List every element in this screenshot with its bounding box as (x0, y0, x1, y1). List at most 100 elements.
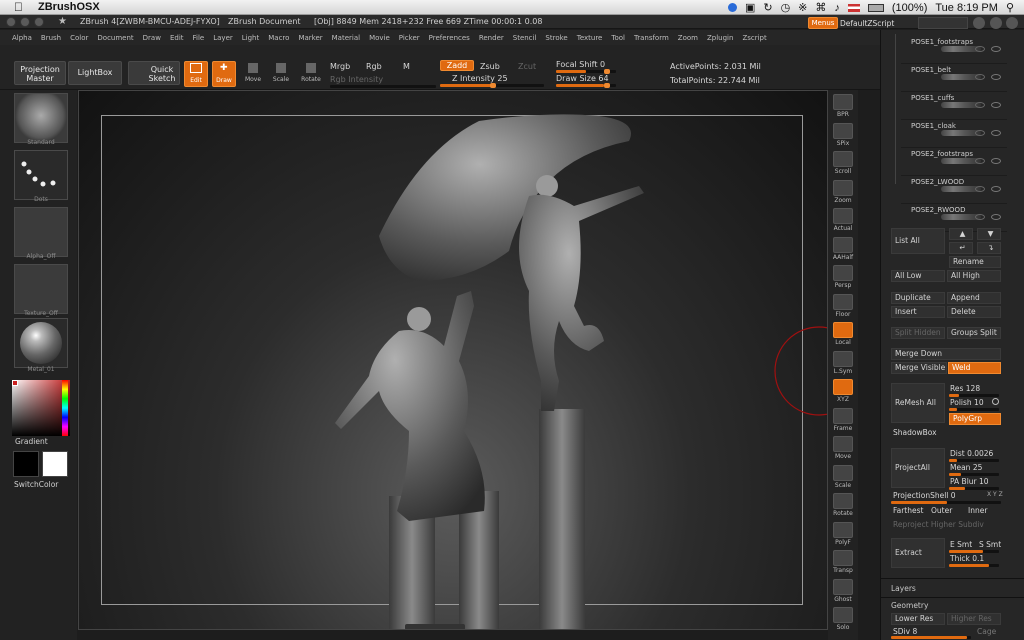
subtool-visibility-icon[interactable] (991, 158, 1001, 164)
zadd-button[interactable]: Zadd (440, 60, 474, 71)
zsub-button[interactable]: Zsub (480, 62, 500, 71)
m-button[interactable]: M (403, 62, 410, 71)
arrow-right-button[interactable]: ↴ (977, 242, 1001, 254)
res-slider[interactable]: Res 128 (950, 384, 980, 393)
settings-icon[interactable] (1006, 17, 1018, 29)
menu-zscript[interactable]: Zscript (742, 34, 766, 42)
subtool-scrollbar[interactable] (895, 34, 896, 184)
shelf-actual-button[interactable]: Actual (831, 208, 855, 236)
arrow-down-button[interactable]: ▼ (977, 228, 1001, 240)
outer-button[interactable]: Outer (931, 506, 952, 515)
shelf-solo-button[interactable]: Solo (831, 607, 855, 635)
shelf-xyz-button[interactable]: XYZ (831, 379, 855, 407)
sync-icon[interactable]: ↻ (763, 1, 772, 14)
color-picker-marker[interactable] (12, 380, 18, 386)
project-all-button[interactable]: ProjectAll (891, 448, 945, 488)
menu-material[interactable]: Material (332, 34, 360, 42)
duplicate-button[interactable]: Duplicate (891, 292, 945, 304)
dist-track[interactable] (949, 459, 999, 462)
focal-shift-track[interactable] (556, 69, 616, 74)
subtool-solo-icon[interactable] (975, 186, 985, 192)
primary-color-swatch[interactable] (13, 451, 39, 477)
volume-icon[interactable]: ♪ (834, 2, 840, 14)
menu-layer[interactable]: Layer (213, 34, 233, 42)
texture-thumbnail[interactable] (14, 264, 68, 314)
close-window-button[interactable] (6, 17, 16, 27)
polish-circle-icon[interactable] (992, 398, 999, 405)
polygrp-toggle[interactable]: PolyGrp (949, 413, 1001, 425)
reproject-higher-subdiv-button[interactable]: Reproject Higher Subdiv (893, 520, 984, 529)
shelf-persp-button[interactable]: Persp (831, 265, 855, 293)
document-canvas[interactable] (78, 90, 828, 630)
menu-macro[interactable]: Macro (268, 34, 289, 42)
projection-master-button[interactable]: Projection Master (14, 61, 66, 85)
rgb-intensity-slider[interactable]: Rgb Intensity (330, 75, 383, 84)
hue-strip[interactable] (62, 380, 68, 436)
pa-blur-slider[interactable]: PA Blur 10 (950, 477, 989, 486)
mean-slider[interactable]: Mean 25 (950, 463, 982, 472)
inner-button[interactable]: Inner (968, 506, 987, 515)
flag-icon[interactable] (847, 3, 860, 12)
shelf-aahalf-button[interactable]: AAHalf (831, 236, 855, 265)
subtool-item[interactable]: POSE1_footstraps (901, 38, 1007, 64)
menu-alpha[interactable]: Alpha (12, 34, 32, 42)
all-high-button[interactable]: All High (947, 270, 1001, 282)
rgb-button[interactable]: Rgb (366, 62, 382, 71)
menu-zoom[interactable]: Zoom (678, 34, 698, 42)
append-button[interactable]: Append (947, 292, 1001, 304)
z-intensity-track[interactable] (440, 83, 544, 88)
menu-brush[interactable]: Brush (41, 34, 61, 42)
gradient-label[interactable]: Gradient (15, 437, 48, 446)
help-icon[interactable] (973, 17, 985, 29)
shelf-polyf-button[interactable]: PolyF (831, 521, 855, 550)
shelf-rotate-button[interactable]: Rotate (831, 493, 855, 521)
material-thumbnail[interactable] (14, 318, 68, 368)
subtool-visibility-icon[interactable] (991, 74, 1001, 80)
menu-movie[interactable]: Movie (369, 34, 390, 42)
clock-icon[interactable]: ◷ (781, 1, 791, 14)
secondary-color-swatch[interactable] (42, 451, 68, 477)
switch-color-button[interactable]: SwitchColor (14, 480, 58, 489)
alpha-thumbnail[interactable] (14, 207, 68, 257)
shelf-zoom-button[interactable]: Zoom (831, 179, 855, 208)
menu-zplugin[interactable]: Zplugin (707, 34, 733, 42)
arrow-up-button[interactable]: ▲ (949, 228, 973, 240)
lightbox-button[interactable]: LightBox (68, 61, 122, 85)
menu-render[interactable]: Render (479, 34, 504, 42)
zcut-button[interactable]: Zcut (518, 62, 536, 71)
res-track[interactable] (949, 394, 999, 397)
geometry-section[interactable]: Geometry (891, 601, 928, 610)
layout-icon[interactable] (990, 17, 1002, 29)
bluetooth-icon[interactable]: ※ (798, 1, 807, 14)
menu-color[interactable]: Color (70, 34, 88, 42)
minimize-window-button[interactable] (20, 17, 30, 27)
shelf-ghost-button[interactable]: Ghost (831, 578, 855, 607)
shelf-scale-button[interactable]: Scale (831, 464, 855, 493)
subtool-solo-icon[interactable] (975, 74, 985, 80)
shelf-lsym-button[interactable]: L.Sym (831, 350, 855, 379)
projection-shell-slider[interactable]: ProjectionShell 0 (893, 491, 956, 500)
subtool-solo-icon[interactable] (975, 46, 985, 52)
subtool-visibility-icon[interactable] (991, 102, 1001, 108)
subtool-item[interactable]: POSE2_footstraps (901, 150, 1007, 176)
z-intensity-slider[interactable]: Z Intensity 25 (452, 74, 508, 83)
zbrush-tray-icon[interactable] (727, 3, 737, 12)
rgb-intensity-track[interactable] (330, 85, 436, 88)
arrow-left-button[interactable]: ↵ (949, 242, 973, 254)
brush-thumbnail[interactable] (14, 93, 68, 143)
spotlight-icon[interactable]: ⚲ (1006, 1, 1014, 14)
groups-split-button[interactable]: Groups Split (947, 327, 1001, 339)
clock-text[interactable]: Tue 8:19 PM (935, 2, 998, 14)
draw-size-track[interactable] (556, 83, 616, 88)
quick-sketch-button[interactable]: Quick Sketch (128, 61, 180, 85)
menu-picker[interactable]: Picker (399, 34, 420, 42)
subtool-item[interactable]: POSE2_LWOOD (901, 178, 1007, 204)
merge-down-button[interactable]: Merge Down (891, 348, 1001, 360)
mean-track[interactable] (949, 473, 999, 476)
subtool-item[interactable]: POSE1_belt (901, 66, 1007, 92)
menu-stroke[interactable]: Stroke (545, 34, 567, 42)
shelf-local-button[interactable]: Local (831, 322, 855, 350)
shelf-bpr-button[interactable]: BPR (831, 94, 855, 122)
shelf-spix-button[interactable]: SPix (831, 122, 855, 151)
draw-size-slider[interactable]: Draw Size 64 (556, 74, 609, 83)
